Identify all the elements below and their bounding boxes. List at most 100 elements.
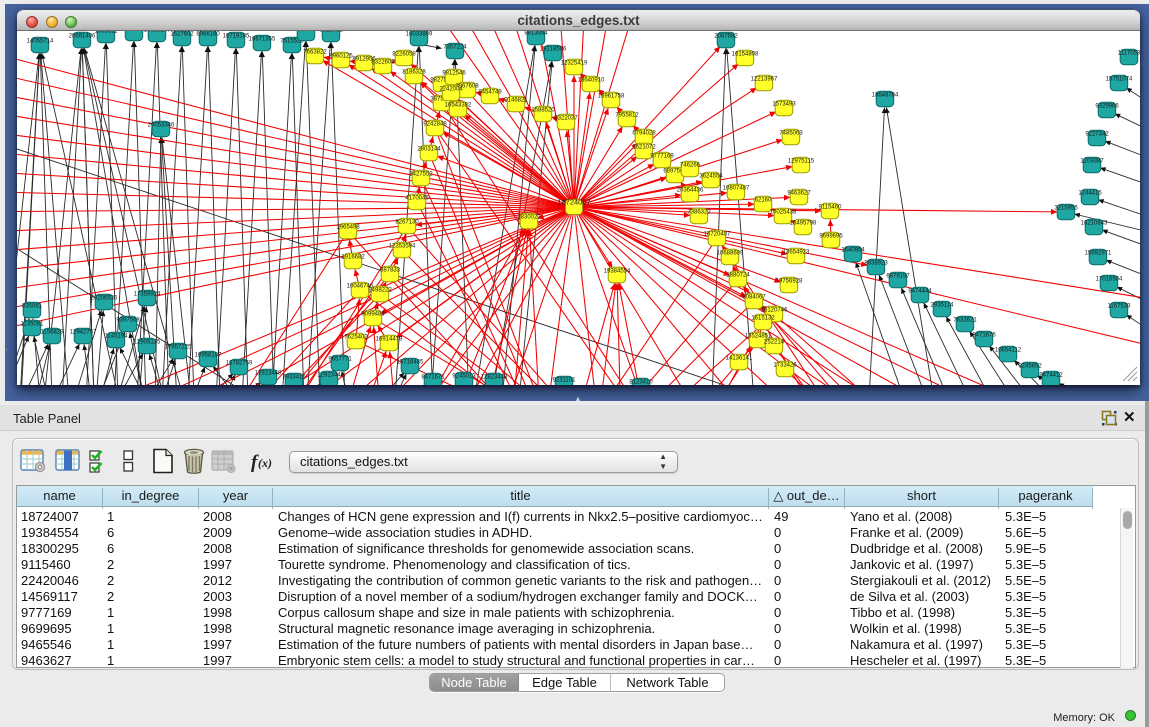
svg-text:8471676: 8471676 [972, 333, 996, 339]
svg-text:12905135: 12905135 [134, 340, 161, 346]
svg-text:887833: 887833 [380, 268, 401, 274]
svg-text:1905311: 1905311 [95, 31, 119, 35]
svg-text:13654923: 13654923 [783, 250, 810, 256]
svg-text:9329966: 9329966 [1095, 104, 1119, 110]
svg-text:9474444: 9474444 [908, 289, 932, 295]
svg-text:17016504: 17016504 [1096, 277, 1123, 283]
svg-text:1209387: 1209387 [1080, 159, 1104, 165]
svg-text:6794028: 6794028 [632, 131, 656, 137]
svg-text:835061: 835061 [22, 304, 43, 310]
svg-text:4170045: 4170045 [405, 196, 429, 202]
svg-text:8322605: 8322605 [371, 60, 395, 66]
svg-text:9084067: 9084067 [742, 295, 766, 301]
svg-text:10025438: 10025438 [770, 210, 797, 216]
svg-text:7955812: 7955812 [615, 113, 639, 119]
svg-text:9227342: 9227342 [1085, 132, 1109, 138]
svg-text:16782759: 16782759 [226, 361, 253, 367]
svg-text:19218506: 19218506 [540, 47, 567, 53]
svg-text:3215955: 3215955 [1054, 206, 1078, 212]
svg-text:8123410: 8123410 [629, 380, 653, 386]
svg-text:10653267: 10653267 [144, 31, 171, 34]
svg-text:16120746: 16120746 [761, 308, 788, 314]
svg-text:9099489: 9099489 [361, 312, 385, 318]
svg-text:8471671: 8471671 [421, 375, 445, 381]
svg-text:12325419: 12325419 [561, 61, 588, 67]
svg-text:8267130: 8267130 [395, 220, 419, 226]
svg-text:9245652: 9245652 [1018, 364, 1042, 370]
svg-text:9862120: 9862120 [294, 31, 318, 33]
svg-text:10958107: 10958107 [195, 353, 222, 359]
svg-text:9231101: 9231101 [553, 378, 577, 384]
svg-text:7485063: 7485063 [779, 131, 803, 137]
svg-text:20053346: 20053346 [148, 123, 175, 129]
svg-text:17359924: 17359924 [134, 292, 161, 298]
svg-text:8226058: 8226058 [392, 52, 416, 58]
svg-text:10719185: 10719185 [223, 34, 250, 40]
svg-text:9812546: 9812546 [442, 71, 466, 77]
svg-text:14055714: 14055714 [27, 39, 54, 45]
svg-text:18640910: 18640910 [578, 78, 605, 84]
svg-text:16154808: 16154808 [732, 52, 759, 58]
svg-text:1880724: 1880724 [726, 273, 750, 279]
svg-text:16210643: 16210643 [1081, 221, 1108, 227]
svg-text:8322037: 8322037 [554, 116, 578, 122]
svg-text:1135061: 1135061 [21, 322, 45, 328]
svg-text:20691406: 20691406 [69, 34, 96, 40]
svg-text:9777169: 9777169 [650, 154, 674, 160]
svg-text:1588520: 1588520 [531, 108, 555, 114]
svg-text:9242848: 9242848 [423, 122, 447, 128]
svg-text:1145194: 1145194 [105, 334, 129, 340]
svg-text:8454749: 8454749 [478, 90, 502, 96]
svg-text:1527602: 1527602 [170, 32, 194, 38]
svg-text:2803144: 2803144 [417, 147, 441, 153]
svg-text:7386322: 7386322 [687, 210, 711, 216]
svg-text:7357224: 7357224 [443, 45, 467, 51]
svg-text:2242004: 2242004 [439, 87, 463, 93]
svg-text:12923448: 12923448 [255, 371, 282, 377]
svg-text:17957225: 17957225 [165, 345, 192, 351]
svg-text:12975115: 12975115 [788, 159, 815, 165]
svg-text:18724007: 18724007 [557, 198, 590, 207]
svg-text:8938923: 8938923 [864, 261, 888, 267]
svg-text:9397568: 9397568 [116, 318, 140, 324]
svg-text:1167533: 1167533 [1108, 304, 1132, 310]
svg-text:3624554: 3624554 [699, 174, 723, 180]
svg-text:1573493: 1573493 [772, 102, 796, 108]
svg-text:8813054: 8813054 [524, 31, 548, 37]
svg-text:252214: 252214 [764, 340, 785, 346]
svg-text:15720407: 15720407 [704, 232, 731, 238]
svg-text:1640954: 1640954 [841, 248, 865, 254]
svg-text:20206536: 20206536 [91, 296, 118, 302]
svg-text:2935114: 2935114 [931, 303, 955, 309]
svg-text:(x): (x) [258, 456, 272, 470]
svg-text:10654112: 10654112 [995, 348, 1022, 354]
svg-text:16961758: 16961758 [598, 94, 625, 100]
svg-text:9115460: 9115460 [819, 205, 843, 211]
svg-text:19756928: 19756928 [776, 279, 803, 285]
svg-text:9463627: 9463627 [787, 191, 811, 197]
svg-text:9245013: 9245013 [452, 374, 476, 380]
svg-text:16543382: 16543382 [445, 103, 472, 109]
svg-text:9146821: 9146821 [504, 98, 528, 104]
svg-text:1244415: 1244415 [1078, 191, 1102, 197]
svg-text:2087682: 2087682 [714, 34, 738, 40]
svg-text:7933416: 7933416 [282, 375, 306, 381]
svg-text:1733426: 1733426 [773, 363, 797, 369]
svg-text:6879197: 6879197 [886, 274, 910, 280]
svg-text:8960125: 8960125 [329, 54, 353, 60]
svg-text:1830027: 1830027 [517, 215, 541, 221]
svg-text:16671355: 16671355 [249, 37, 276, 43]
svg-text:15751074: 15751074 [1106, 77, 1133, 83]
svg-text:7632621: 7632621 [953, 318, 977, 324]
svg-text:9657771: 9657771 [328, 357, 352, 363]
svg-text:1156829: 1156829 [41, 330, 65, 336]
svg-text:7625402: 7625402 [344, 335, 368, 341]
svg-text:7663822: 7663822 [303, 50, 327, 56]
svg-text:1292344: 1292344 [317, 373, 341, 379]
svg-text:12213967: 12213967 [751, 77, 778, 83]
svg-text:6966160: 6966160 [196, 32, 220, 38]
svg-text:10688609: 10688609 [717, 251, 744, 257]
svg-text:1916682: 1916682 [341, 255, 365, 261]
svg-text:15692971: 15692971 [1085, 251, 1112, 257]
svg-text:8813051: 8813051 [319, 31, 343, 34]
